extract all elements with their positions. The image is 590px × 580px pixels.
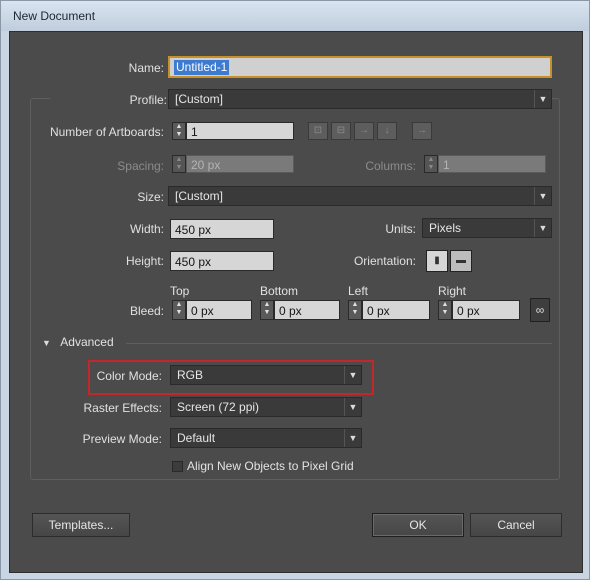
bleed-bottom-input[interactable]: 0 px <box>274 300 340 320</box>
bleed-top-stepper[interactable]: ▲ ▼ <box>172 300 186 320</box>
artboards-input[interactable]: 1 <box>186 122 294 140</box>
name-label: Name: <box>128 61 164 75</box>
name-input[interactable]: Untitled-1 <box>168 56 552 78</box>
spin-up-icon: ▲ <box>427 156 435 163</box>
arrange-by-row-icon[interactable]: → <box>354 122 374 140</box>
height-label: Height: <box>125 254 164 268</box>
spin-up-icon: ▲ <box>263 301 271 308</box>
dropdown-arrow-icon: ▼ <box>344 366 361 384</box>
dropdown-arrow-icon: ▼ <box>534 219 551 237</box>
link-icon[interactable]: ∞ <box>530 298 550 322</box>
spin-up-icon: ▲ <box>441 301 449 308</box>
preview-mode-label: Preview Mode: <box>82 432 162 446</box>
bleed-top-label: Top <box>170 284 190 298</box>
portrait-icon[interactable]: ▮ <box>426 250 448 272</box>
spin-up-icon: ▲ <box>175 123 183 130</box>
profile-select-value: [Custom] <box>175 92 224 106</box>
artboards-stepper[interactable]: ▲ ▼ <box>172 122 186 140</box>
bleed-bottom-label: Bottom <box>260 284 299 298</box>
bleed-right-label: Right <box>438 284 467 298</box>
bleed-right-stepper[interactable]: ▲ ▼ <box>438 300 452 320</box>
spin-down-icon: ▼ <box>427 164 435 171</box>
align-pixel-grid-checkbox[interactable] <box>172 461 183 472</box>
bleed-left-input[interactable]: 0 px <box>362 300 430 320</box>
orientation-label: Orientation: <box>353 254 416 268</box>
landscape-icon[interactable]: ▬ <box>450 250 472 272</box>
width-input[interactable]: 450 px <box>170 219 274 239</box>
spin-down-icon: ▼ <box>175 131 183 138</box>
preview-mode-select-value: Default <box>177 431 216 445</box>
dialog-content: Name: Untitled-1 Profile: [Custom] ▼ Num… <box>9 31 583 573</box>
window-title: New Document <box>13 9 96 23</box>
disclosure-triangle-icon: ▼ <box>42 338 51 348</box>
color-mode-select[interactable]: RGB ▼ <box>170 365 362 385</box>
columns-label: Columns: <box>365 159 416 173</box>
spacing-label: Spacing: <box>117 159 164 173</box>
raster-effects-select[interactable]: Screen (72 ppi) ▼ <box>170 397 362 417</box>
right-to-left-icon[interactable]: → <box>412 122 432 140</box>
units-select[interactable]: Pixels ▼ <box>422 218 552 238</box>
color-mode-label: Color Mode: <box>96 369 162 383</box>
bleed-left-stepper[interactable]: ▲ ▼ <box>348 300 362 320</box>
profile-label: Profile: <box>50 93 170 107</box>
advanced-toggle[interactable]: ▼ Advanced <box>42 335 114 351</box>
width-label: Width: <box>129 222 164 236</box>
dropdown-arrow-icon: ▼ <box>534 187 551 205</box>
dropdown-arrow-icon: ▼ <box>534 90 551 108</box>
advanced-divider <box>126 343 552 344</box>
bleed-right-input[interactable]: 0 px <box>452 300 520 320</box>
spacing-stepper: ▲ ▼ <box>172 155 186 173</box>
spin-down-icon: ▼ <box>175 309 183 316</box>
height-input[interactable]: 450 px <box>170 251 274 271</box>
size-select-value: [Custom] <box>175 189 224 203</box>
align-pixel-grid-label: Align New Objects to Pixel Grid <box>187 459 354 473</box>
spin-up-icon: ▲ <box>351 301 359 308</box>
dropdown-arrow-icon: ▼ <box>344 398 361 416</box>
grid-by-row-icon[interactable]: ⊡ <box>308 122 328 140</box>
raster-effects-select-value: Screen (72 ppi) <box>177 400 260 414</box>
profile-select[interactable]: [Custom] ▼ <box>168 89 552 109</box>
templates-button[interactable]: Templates... <box>32 513 130 537</box>
grid-by-column-icon[interactable]: ⊟ <box>331 122 351 140</box>
spin-up-icon: ▲ <box>175 301 183 308</box>
ok-button[interactable]: OK <box>372 513 464 537</box>
color-mode-select-value: RGB <box>177 368 204 382</box>
spin-up-icon: ▲ <box>175 156 183 163</box>
size-label: Size: <box>137 190 164 204</box>
raster-effects-label: Raster Effects: <box>83 401 162 415</box>
title-bar[interactable]: New Document <box>1 1 589 31</box>
columns-input: 1 <box>438 155 546 173</box>
dialog-window: New Document Name: Untitled-1 Profile: [… <box>0 0 590 580</box>
artboards-label: Number of Artboards: <box>49 125 164 139</box>
spin-down-icon: ▼ <box>351 309 359 316</box>
bleed-bottom-stepper[interactable]: ▲ ▼ <box>260 300 274 320</box>
spin-down-icon: ▼ <box>175 164 183 171</box>
bleed-top-input[interactable]: 0 px <box>186 300 252 320</box>
bleed-left-label: Left <box>348 284 369 298</box>
spacing-input: 20 px <box>186 155 294 173</box>
name-input-value: Untitled-1 <box>174 60 230 75</box>
columns-stepper: ▲ ▼ <box>424 155 438 173</box>
dropdown-arrow-icon: ▼ <box>344 429 361 447</box>
units-select-value: Pixels <box>429 221 462 235</box>
spin-down-icon: ▼ <box>263 309 271 316</box>
preview-mode-select[interactable]: Default ▼ <box>170 428 362 448</box>
size-select[interactable]: [Custom] ▼ <box>168 186 552 206</box>
bleed-label: Bleed: <box>129 304 164 318</box>
advanced-label: Advanced <box>60 335 114 349</box>
spin-down-icon: ▼ <box>441 309 449 316</box>
units-label: Units: <box>385 222 416 236</box>
cancel-button[interactable]: Cancel <box>470 513 562 537</box>
arrange-by-column-icon[interactable]: ↓ <box>377 122 397 140</box>
